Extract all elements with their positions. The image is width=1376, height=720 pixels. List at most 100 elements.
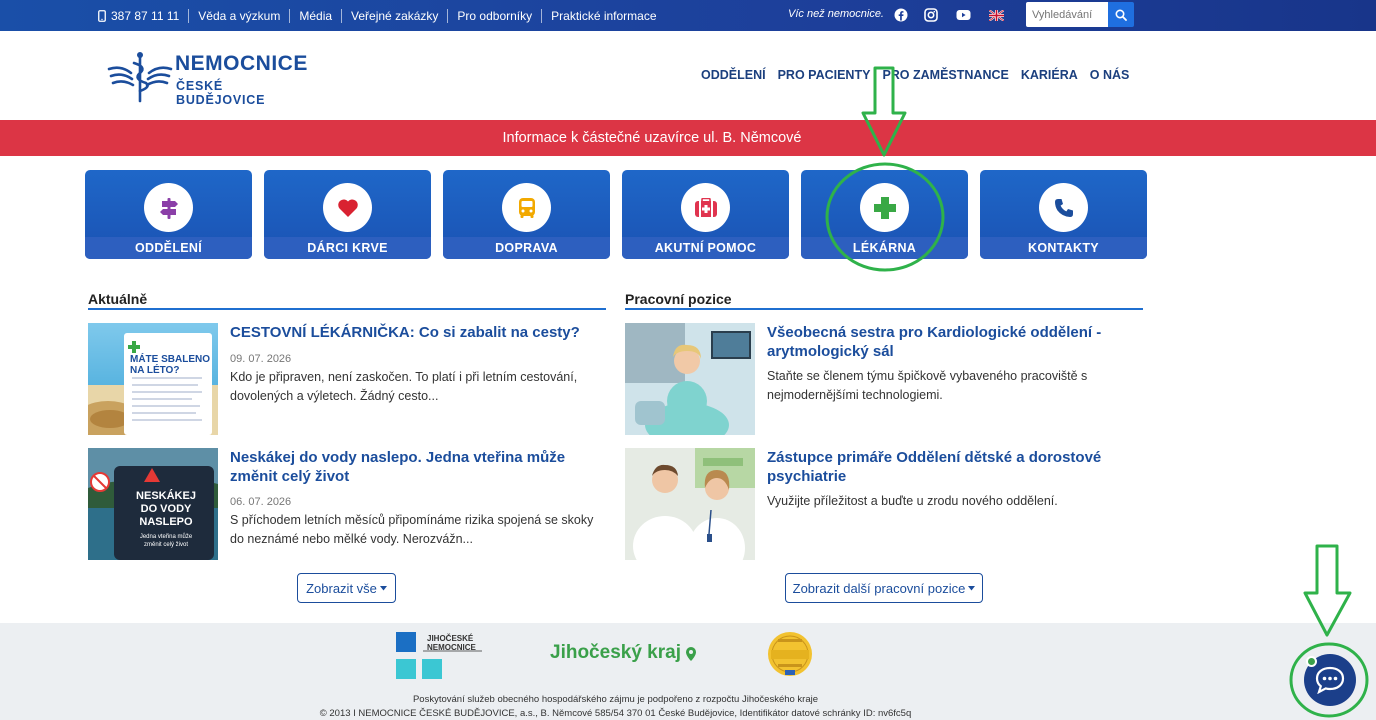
job-title[interactable]: Zástupce primáře Oddělení dětské a doros…	[767, 448, 1137, 486]
youtube-icon[interactable]	[955, 7, 971, 23]
news-date: 06. 07. 2026	[230, 496, 292, 508]
tile-akutni-pomoc[interactable]: AKUTNÍ POMOC	[622, 170, 789, 259]
footer-copyright: © 2013 I NEMOCNICE ČESKÉ BUDĚJOVICE, a.s…	[319, 708, 912, 719]
search-box	[1026, 2, 1134, 27]
tile-label: DOPRAVA	[443, 237, 610, 259]
logo-line1: NEMOCNICE	[175, 52, 308, 75]
jihocesky-kraj-logo[interactable]: Jihočeský kraj	[550, 642, 697, 664]
news-thumb-text-2: NA LÉTO?	[130, 365, 180, 376]
tile-kontakty[interactable]: KONTAKTY	[980, 170, 1147, 259]
search-input[interactable]	[1026, 2, 1108, 27]
logo-line2: ČESKÉ BUDĚJOVICE	[176, 79, 266, 107]
news-title[interactable]: Neskákej do vody naslepo. Jedna vteřina …	[230, 448, 600, 486]
chat-bubble-icon	[1315, 666, 1345, 694]
alert-banner-text: Informace k částečné uzavírce ul. B. Něm…	[502, 130, 802, 146]
chat-widget-button[interactable]	[1304, 654, 1356, 706]
job-excerpt: Staňte se členem týmu špičkově vybavenéh…	[767, 369, 1088, 402]
jobs-section-title: Pracovní pozice	[625, 291, 732, 307]
top-link-zakazky[interactable]: Veřejné zakázky	[341, 8, 447, 23]
tile-label: LÉKÁRNA	[801, 237, 968, 259]
nav-pro-pacienty[interactable]: PRO PACIENTY	[778, 68, 871, 82]
caret-down-icon	[968, 585, 976, 590]
tile-circle	[860, 183, 909, 232]
jobs-show-more-button[interactable]: Zobrazit další pracovní pozice	[785, 573, 983, 603]
tile-circle	[502, 183, 551, 232]
news-thumb-text-3: NASLEPO	[139, 516, 193, 528]
job-excerpt: Využijte příležitost a buďte u zrodu nov…	[767, 494, 1058, 508]
job-item[interactable]: Všeobecná sestra pro Kardiologické odděl…	[625, 323, 1145, 435]
news-thumb-text-5: změnit celý život	[143, 542, 188, 548]
nav-pro-zamestnance[interactable]: PRO ZAMĚSTNANCE	[882, 68, 1008, 82]
top-link-prakticke[interactable]: Praktické informace	[541, 8, 665, 23]
news-excerpt: Kdo je připraven, není zaskočen. To plat…	[230, 370, 578, 403]
caduceus-wings-icon	[107, 52, 173, 103]
jn-logo-line1: JIHOČESKÉ	[427, 634, 474, 643]
news-thumb-text-1: NESKÁKEJ	[136, 490, 196, 502]
job-item[interactable]: Zástupce primáře Oddělení dětské a doros…	[625, 448, 1145, 560]
news-title[interactable]: CESTOVNÍ LÉKÁRNIČKA: Co si zabalit na ce…	[230, 323, 600, 342]
hospital-logo[interactable]: NEMOCNICE ČESKÉ BUDĚJOVICE	[107, 51, 308, 107]
news-show-all-button[interactable]: Zobrazit vše	[297, 573, 396, 603]
nav-oddeleni[interactable]: ODDĚLENÍ	[701, 68, 766, 82]
facebook-icon[interactable]	[893, 7, 909, 23]
nav-o-nas[interactable]: O NÁS	[1090, 68, 1130, 82]
search-icon	[1115, 8, 1127, 21]
main-nav: ODDĚLENÍ PRO PACIENTY PRO ZAMĚSTNANCE KA…	[701, 68, 1129, 82]
instagram-icon[interactable]	[923, 7, 939, 23]
news-thumb-text-1: MÁTE SBALENO	[130, 354, 210, 365]
job-thumbnail[interactable]	[625, 448, 755, 560]
heart-icon	[337, 198, 358, 217]
pharmacy-cross-icon	[873, 196, 896, 219]
tile-label: DÁRCI KRVE	[264, 237, 431, 259]
tile-circle	[144, 183, 193, 232]
jihoceske-nemocnice-logo[interactable]: JIHOČESKÉ NEMOCNICE	[396, 632, 486, 680]
jobs-show-more-label: Zobrazit další pracovní pozice	[792, 580, 966, 596]
job-thumbnail[interactable]	[625, 323, 755, 435]
top-link-media[interactable]: Média	[289, 8, 341, 23]
news-section-title: Aktuálně	[88, 291, 148, 307]
top-link-veda[interactable]: Věda a výzkum	[188, 8, 289, 23]
nav-kariera[interactable]: KARIÉRA	[1021, 68, 1078, 82]
signpost-icon	[159, 197, 178, 219]
top-links: 387 87 11 11 Věda a výzkum Média Veřejné…	[98, 0, 666, 31]
annotation-arrow-chat	[1303, 544, 1352, 637]
map-pin-icon	[686, 647, 697, 661]
news-thumb-text-4: Jedna vteřina může	[139, 534, 193, 540]
first-aid-icon	[694, 197, 717, 217]
news-show-all-label: Zobrazit vše	[306, 580, 377, 596]
news-divider	[88, 308, 606, 310]
news-thumbnail[interactable]: NESKÁKEJ DO VODY NASLEPO Jedna vteřina m…	[88, 448, 218, 560]
job-title[interactable]: Všeobecná sestra pro Kardiologické odděl…	[767, 323, 1137, 361]
bus-icon	[518, 197, 535, 218]
alert-banner[interactable]: Informace k částečné uzavírce ul. B. Něm…	[0, 120, 1376, 156]
site-footer: JIHOČESKÉ NEMOCNICE Jihočeský kraj Posky…	[0, 623, 1376, 720]
jobs-divider	[625, 308, 1143, 310]
top-bar: 387 87 11 11 Věda a výzkum Média Veřejné…	[0, 0, 1376, 31]
search-button[interactable]	[1108, 2, 1134, 27]
news-excerpt: S příchodem letních měsíců připomínáme r…	[230, 513, 594, 546]
news-item[interactable]: MÁTE SBALENO NA LÉTO? CESTOVNÍ LÉKÁRNIČK…	[88, 323, 608, 435]
phone-number: 387 87 11 11	[111, 8, 180, 23]
phone-link[interactable]: 387 87 11 11	[98, 9, 188, 23]
news-thumbnail[interactable]: MÁTE SBALENO NA LÉTO?	[88, 323, 218, 435]
news-thumb-text-2: DO VODY	[140, 503, 192, 515]
site-header: NEMOCNICE ČESKÉ BUDĚJOVICE ODDĚLENÍ PRO …	[0, 31, 1376, 120]
english-flag-icon[interactable]	[988, 7, 1004, 23]
chat-online-indicator	[1306, 656, 1317, 667]
news-item[interactable]: NESKÁKEJ DO VODY NASLEPO Jedna vteřina m…	[88, 448, 608, 560]
tile-oddeleni[interactable]: ODDĚLENÍ	[85, 170, 252, 259]
news-date: 09. 07. 2026	[230, 353, 292, 365]
jihocesky-kraj-text: Jihočeský kraj	[550, 642, 681, 663]
quality-seal-logo[interactable]	[764, 631, 816, 677]
top-link-odbornici[interactable]: Pro odborníky	[447, 8, 541, 23]
tile-label: KONTAKTY	[980, 237, 1147, 259]
tile-darci-krve[interactable]: DÁRCI KRVE	[264, 170, 431, 259]
tile-doprava[interactable]: DOPRAVA	[443, 170, 610, 259]
tile-lekarna[interactable]: LÉKÁRNA	[801, 170, 968, 259]
phone-icon	[1054, 198, 1073, 217]
tile-circle	[1039, 183, 1088, 232]
tile-label: AKUTNÍ POMOC	[622, 237, 789, 259]
tile-circle	[681, 183, 730, 232]
tile-circle	[323, 183, 372, 232]
caret-down-icon	[379, 585, 387, 590]
